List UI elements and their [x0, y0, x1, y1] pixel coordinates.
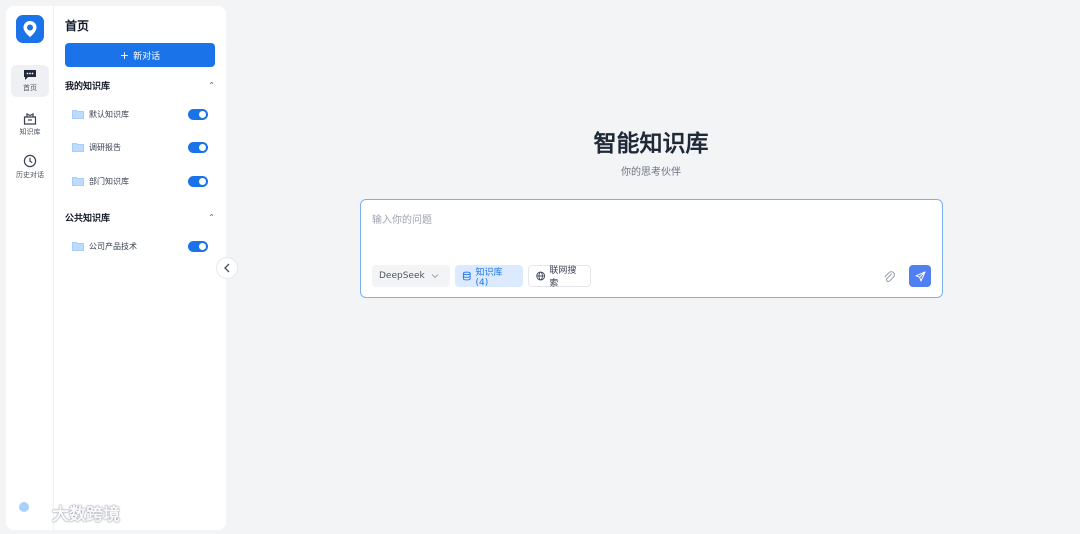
- question-input[interactable]: [372, 212, 912, 228]
- chat-icon: [24, 70, 36, 80]
- new-chat-button[interactable]: + 新对话: [65, 43, 215, 67]
- chevron-up-icon[interactable]: ⌃: [208, 213, 215, 222]
- folder-icon: [72, 142, 84, 152]
- folder-icon: [72, 109, 84, 119]
- panel-title: 首页: [65, 19, 90, 33]
- watermark-text: 大数跨境: [52, 505, 120, 525]
- my-kb-title: 我的知识库: [65, 81, 111, 92]
- send-button[interactable]: [909, 265, 931, 287]
- rail-item-home[interactable]: 首页: [11, 65, 49, 97]
- box-icon: [23, 112, 37, 125]
- collapse-sidebar-button[interactable]: [216, 257, 238, 279]
- kb-item-department[interactable]: 部门知识库: [72, 173, 208, 189]
- left-rail: 首页 知识库 历史对话: [6, 6, 54, 530]
- chat-composer: DeepSeek 知识库 (4) 联网搜索: [360, 199, 943, 298]
- kb-toggle[interactable]: [188, 141, 208, 153]
- sidebar-panel: 首页 + 新对话 我的知识库 ⌃ 默认知识库 调研报告 部门知识库 公共知识库 …: [54, 6, 226, 530]
- web-search-chip-label: 联网搜索: [549, 266, 577, 289]
- kb-item-product-tech[interactable]: 公司产品技术: [72, 238, 208, 254]
- rail-label-history: 历史对话: [16, 171, 44, 179]
- folder-icon: [72, 176, 84, 186]
- kb-item-research[interactable]: 调研报告: [72, 139, 208, 155]
- globe-icon: [536, 271, 546, 281]
- public-kb-section-header[interactable]: 公共知识库 ⌃: [65, 210, 215, 224]
- new-chat-label: 新对话: [133, 51, 161, 62]
- rail-label-knowledge-base: 知识库: [19, 127, 41, 136]
- kb-toggle[interactable]: [188, 108, 208, 120]
- chevron-up-icon[interactable]: ⌃: [208, 81, 215, 90]
- location-pin-icon: [23, 21, 37, 37]
- page-title: 智能知识库: [593, 131, 709, 157]
- rail-item-knowledge-base[interactable]: 知识库: [11, 108, 49, 140]
- attach-button[interactable]: [883, 269, 896, 288]
- plus-icon: +: [119, 48, 130, 62]
- send-icon: [915, 271, 925, 281]
- clock-icon: [23, 154, 37, 168]
- my-kb-section-header[interactable]: 我的知识库 ⌃: [65, 78, 215, 92]
- kb-item-label: 部门知识库: [89, 176, 129, 186]
- knowledge-base-chip[interactable]: 知识库 (4): [455, 265, 523, 288]
- paperclip-icon: [884, 271, 896, 283]
- model-select[interactable]: DeepSeek: [372, 265, 450, 287]
- kb-item-label: 公司产品技术: [89, 241, 137, 251]
- chevron-down-icon: [431, 274, 439, 279]
- rail-label-home: 首页: [23, 84, 37, 92]
- watermark: 大数跨境: [12, 500, 120, 525]
- app-logo[interactable]: [16, 15, 44, 43]
- rail-item-history[interactable]: 历史对话: [11, 151, 49, 183]
- database-icon: [462, 271, 471, 281]
- chevron-left-icon: [224, 263, 230, 273]
- web-search-chip[interactable]: 联网搜索: [528, 265, 591, 289]
- knowledge-base-chip-label: 知识库 (4): [475, 267, 503, 288]
- public-kb-title: 公共知识库: [65, 213, 111, 224]
- page-subtitle: 你的思考伙伴: [621, 167, 681, 178]
- kb-toggle[interactable]: [188, 175, 208, 187]
- watermark-logo: [12, 501, 48, 525]
- kb-item-default[interactable]: 默认知识库: [72, 106, 208, 122]
- model-select-label: DeepSeek: [379, 271, 425, 281]
- folder-icon: [72, 241, 84, 251]
- kb-item-label: 调研报告: [89, 142, 121, 152]
- kb-toggle[interactable]: [188, 240, 208, 252]
- kb-item-label: 默认知识库: [89, 109, 129, 119]
